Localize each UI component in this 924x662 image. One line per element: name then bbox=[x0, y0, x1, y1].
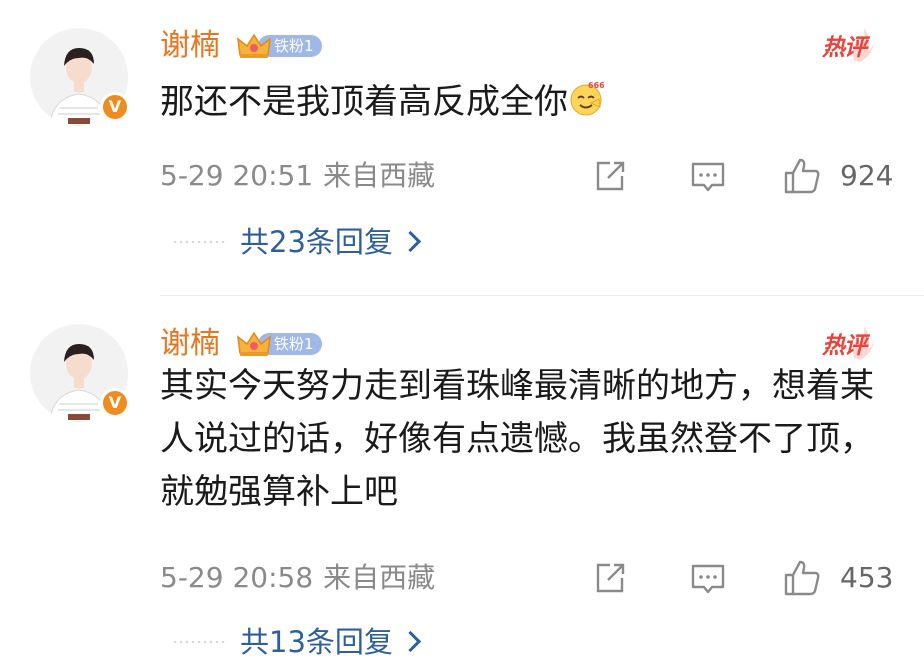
chevron-right-icon bbox=[399, 230, 422, 253]
thumbs-up-icon[interactable] bbox=[782, 156, 822, 196]
thumbs-up-icon[interactable] bbox=[782, 558, 822, 598]
hot-tag-label: 热评 bbox=[822, 333, 867, 359]
crown-icon bbox=[237, 33, 271, 58]
svg-text:666: 666 bbox=[588, 81, 604, 90]
verified-icon: V bbox=[100, 92, 130, 122]
divider-dots bbox=[172, 241, 228, 243]
comment-text: 那还不是我顶着高反成全你 666 bbox=[160, 76, 900, 129]
comment-meta: 5-29 20:58 来自西藏 bbox=[160, 560, 435, 596]
comment-text-body: 其实今天努力走到看珠峰最清晰的地方，想着某人说过的话，好像有点遗憾。我虽然登不了… bbox=[160, 366, 874, 512]
timestamp: 5-29 20:58 bbox=[160, 561, 314, 594]
comment-text-body: 那还不是我顶着高反成全你 bbox=[160, 82, 568, 122]
timestamp: 5-29 20:51 bbox=[160, 159, 314, 192]
username[interactable]: 谢楠 bbox=[160, 324, 220, 364]
comment-item: V 谢楠 铁粉1 热评 那还不是我顶着高反成全你 666 5-29 20:51 来… bbox=[0, 0, 924, 296]
avatar[interactable]: V bbox=[30, 28, 130, 126]
comment-text: 其实今天努力走到看珠峰最清晰的地方，想着某人说过的话，好像有点遗憾。我虽然登不了… bbox=[160, 360, 900, 519]
comment-item: V 谢楠 铁粉1 热评 其实今天努力走到看珠峰最清晰的地方，想着某人说过的话，好… bbox=[0, 296, 924, 662]
source-location: 来自西藏 bbox=[323, 159, 436, 192]
hot-tag-label: 热评 bbox=[822, 35, 867, 61]
comment-meta: 5-29 20:51 来自西藏 bbox=[160, 158, 435, 194]
avatar[interactable]: V bbox=[30, 324, 130, 422]
share-icon[interactable] bbox=[590, 156, 630, 196]
comment-icon[interactable] bbox=[688, 156, 728, 196]
divider-dots bbox=[172, 641, 228, 643]
view-replies-link[interactable]: 共23条回复 bbox=[240, 222, 422, 262]
username[interactable]: 谢楠 bbox=[160, 26, 220, 66]
hot-comment-tag: 热评 bbox=[820, 320, 880, 364]
emoji-666-icon: 666 bbox=[570, 81, 604, 116]
verified-icon: V bbox=[100, 388, 130, 418]
comment-icon[interactable] bbox=[688, 558, 728, 598]
replies-label: 共23条回复 bbox=[240, 225, 393, 259]
view-replies-link[interactable]: 共13条回复 bbox=[240, 622, 422, 662]
crown-icon bbox=[237, 331, 271, 356]
replies-label: 共13条回复 bbox=[240, 625, 393, 659]
chevron-right-icon bbox=[399, 630, 422, 653]
share-icon[interactable] bbox=[590, 558, 630, 598]
like-count: 453 bbox=[840, 561, 894, 594]
source-location: 来自西藏 bbox=[323, 561, 436, 594]
hot-comment-tag: 热评 bbox=[820, 22, 880, 66]
like-count: 924 bbox=[840, 159, 894, 192]
